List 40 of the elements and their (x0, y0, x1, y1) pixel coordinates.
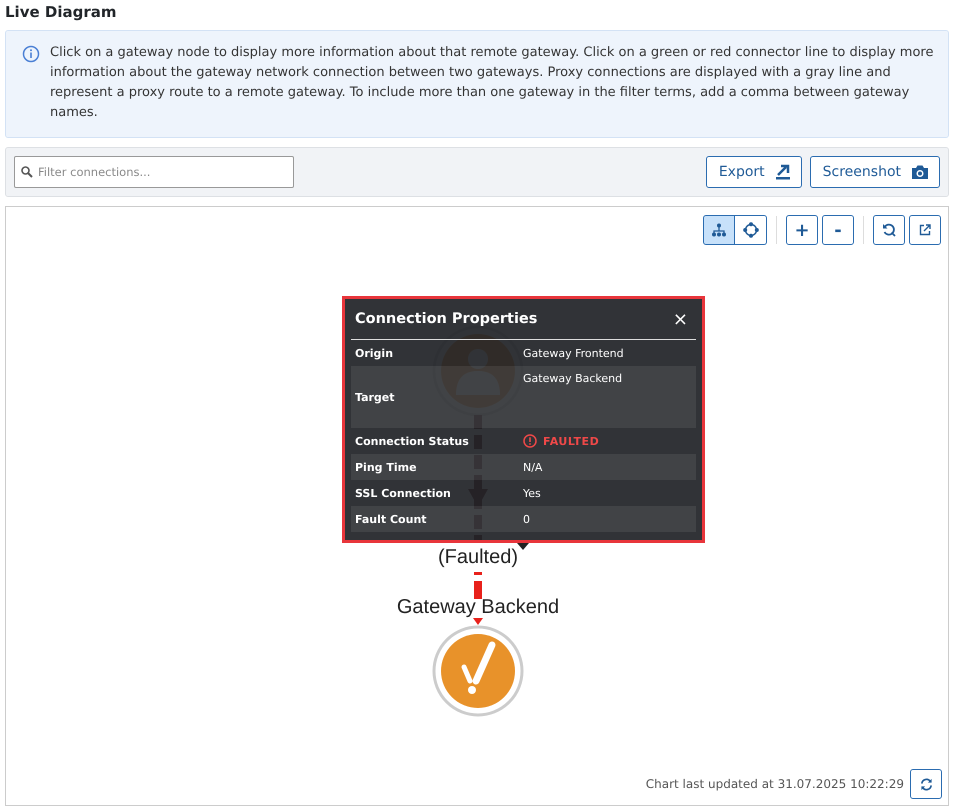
property-value: Yes (523, 486, 542, 500)
refresh-button[interactable] (910, 769, 942, 799)
warning-node[interactable] (432, 626, 524, 716)
open-external-button[interactable] (909, 215, 941, 245)
layout-toggle[interactable] (735, 215, 767, 245)
hierarchy-icon (712, 223, 726, 237)
property-value: N/A (523, 460, 544, 474)
external-link-icon (919, 224, 931, 236)
screenshot-button[interactable]: Screenshot (810, 156, 940, 188)
zoom-out-button[interactable]: - (822, 215, 854, 245)
radial-layout-icon (742, 222, 758, 238)
property-value: Gateway Backend (523, 371, 624, 387)
info-text: Click on a gateway node to display more information about that remote gateway. Click on a green or red connector line to display more information about the gateway network connection between two gateways. Proxy connections are displayed with a gray line and represent a proxy route to a remote gateway. To include more than one gateway in the filter terms, add a comma between gateway names. (50, 44, 934, 122)
connection-label: (Faulted) (438, 546, 518, 568)
property-label: Target (355, 390, 396, 404)
layout-toggle[interactable] (703, 215, 735, 245)
export-button[interactable]: Export (706, 156, 802, 188)
close-button[interactable]: × (668, 308, 692, 330)
camera-icon (911, 164, 929, 180)
popup-title: Connection Properties (355, 311, 538, 327)
status-value: FAULTED (523, 434, 692, 448)
alert-icon (523, 434, 537, 448)
last-updated-text: Chart last updated at 31.07.2025 10:22:29 (646, 777, 904, 791)
info-icon (22, 45, 40, 63)
property-label: Connection Status (355, 434, 470, 448)
node-label: Gateway Backend (396, 596, 560, 618)
zoom-in-button[interactable]: + (786, 215, 818, 245)
property-label: Fault Count (355, 512, 428, 526)
property-label: SSL Connection (355, 486, 452, 500)
refresh-icon (920, 778, 932, 790)
property-label: Origin (355, 346, 394, 360)
export-icon (774, 164, 791, 180)
reset-view-button[interactable] (873, 215, 905, 245)
property-value: Gateway Frontend (523, 346, 625, 360)
reset-icon (882, 223, 896, 237)
property-value: 0 (523, 512, 531, 526)
property-label: Ping Time (355, 460, 418, 474)
page-title: Live Diagram (5, 2, 118, 22)
filter-field[interactable]: Filter connections... (14, 156, 294, 188)
search-icon (21, 166, 33, 178)
